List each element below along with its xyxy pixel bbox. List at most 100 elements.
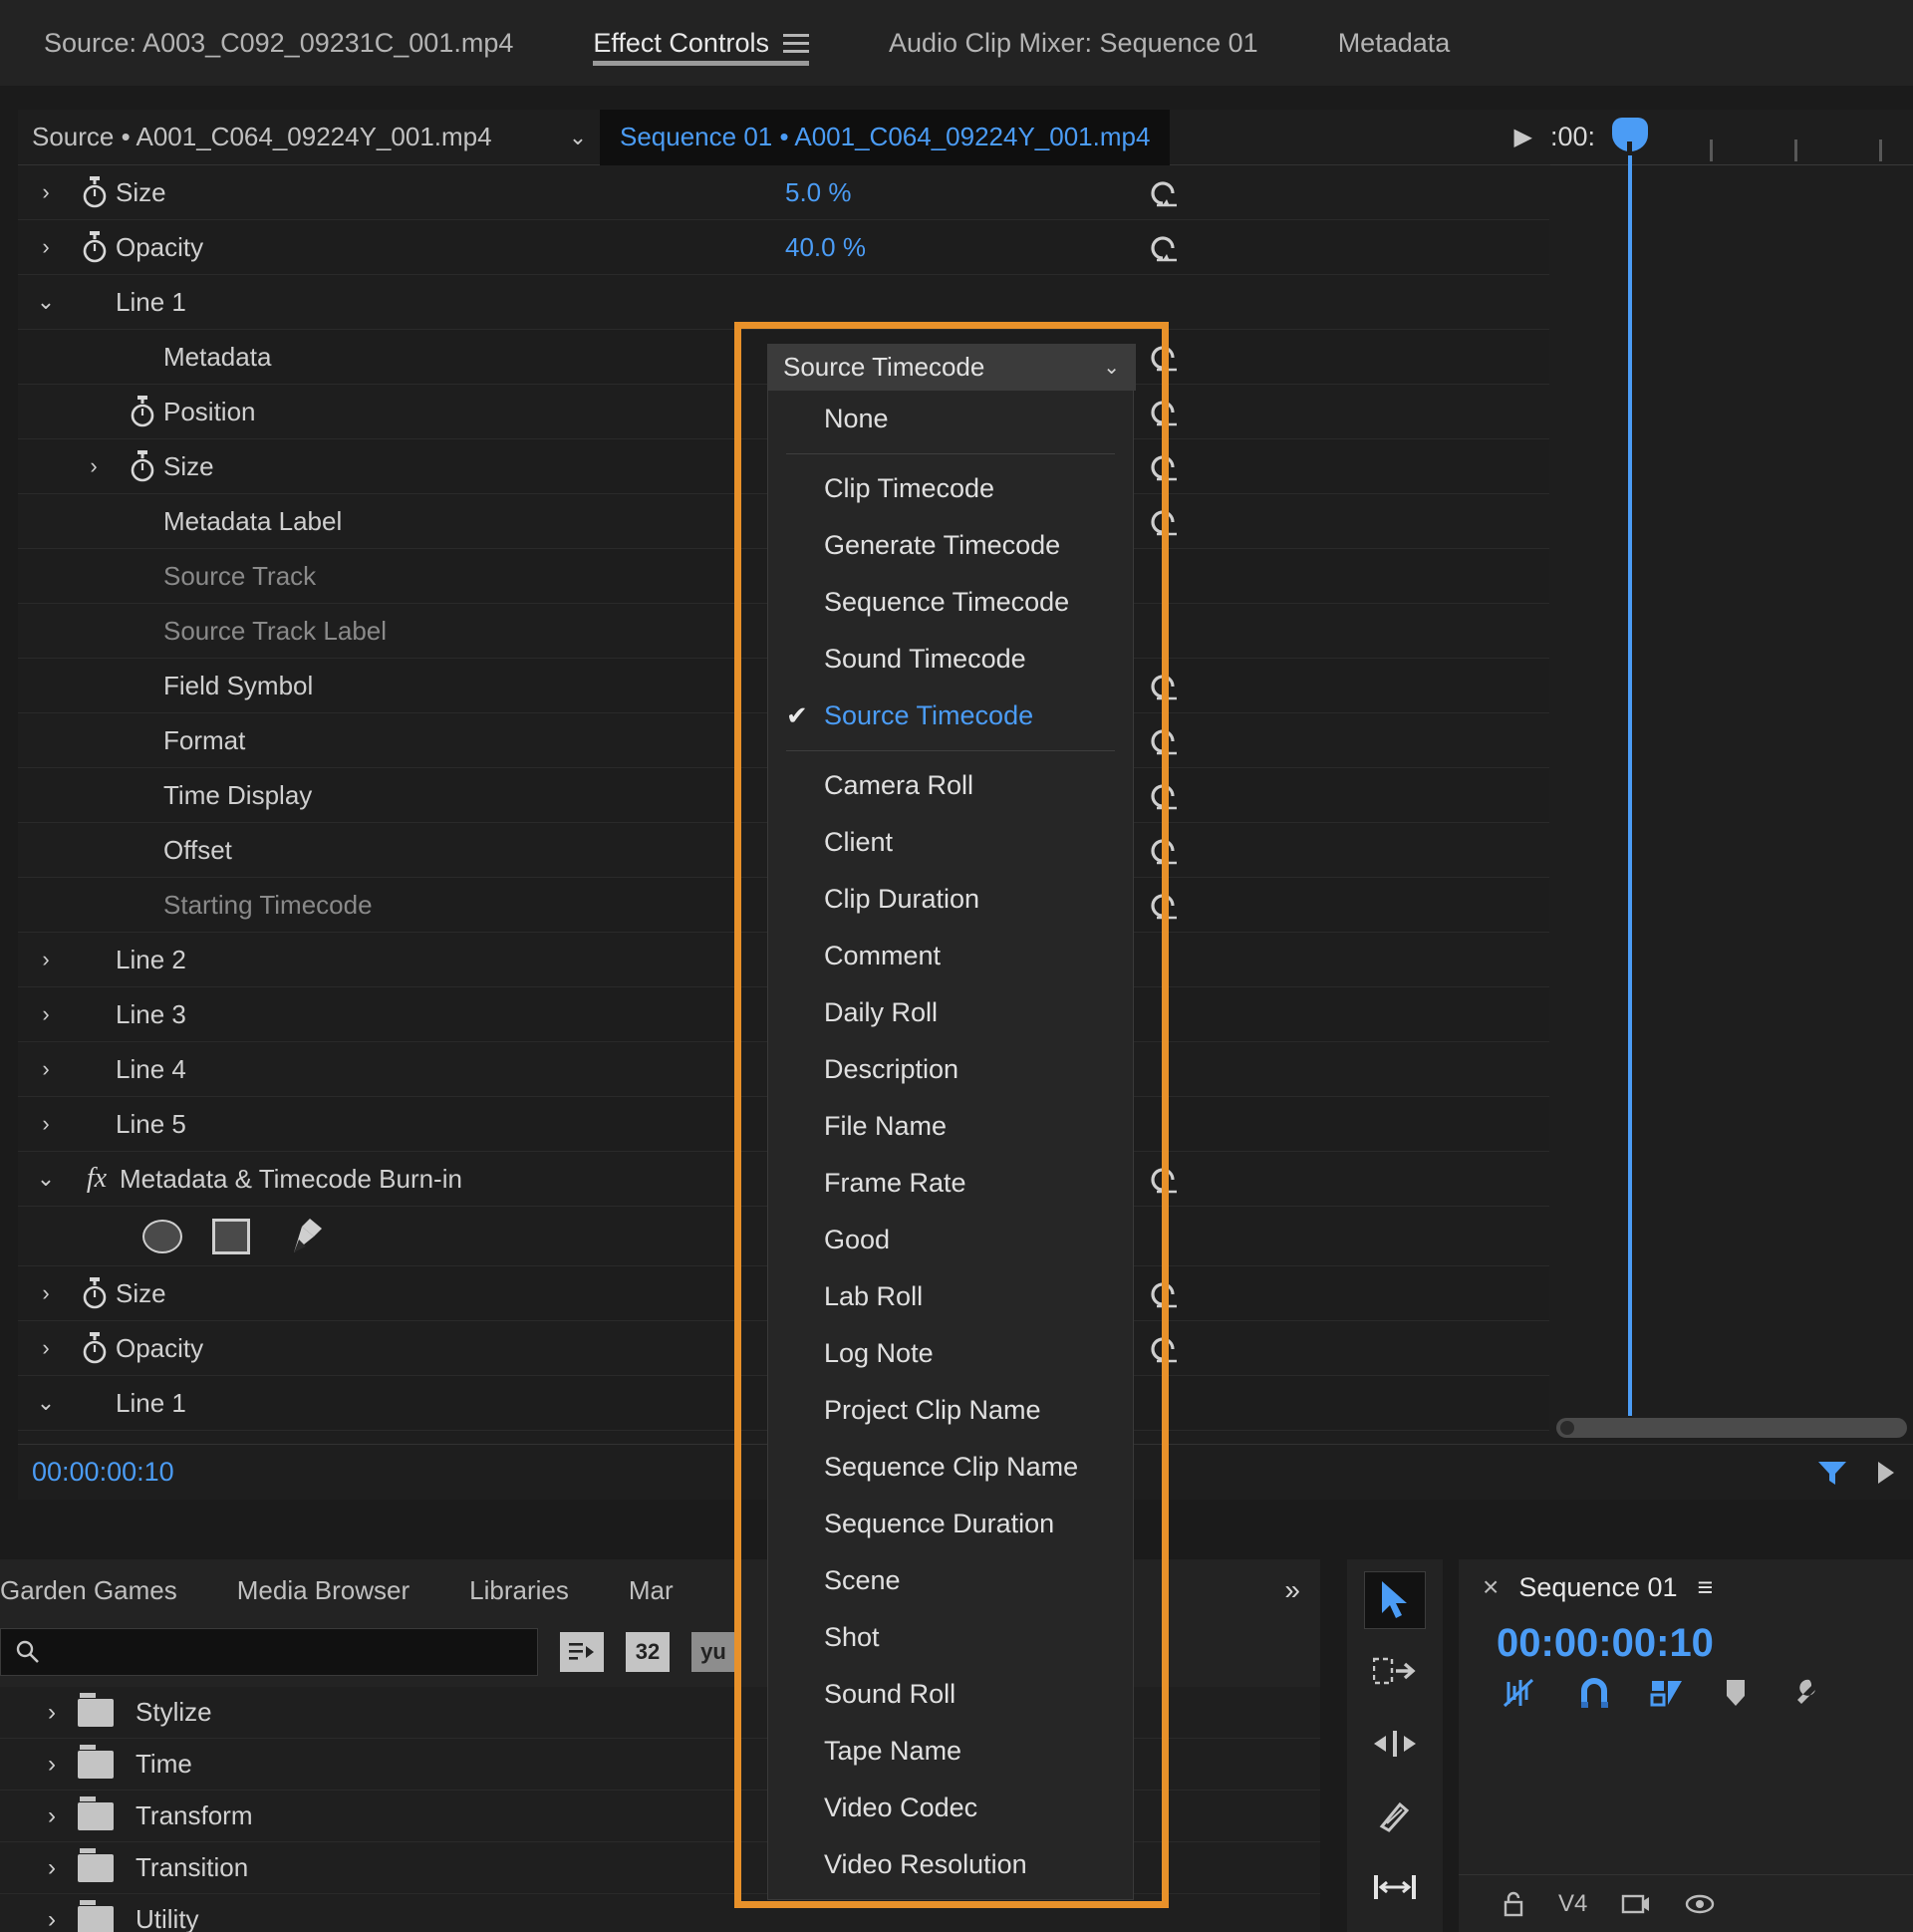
lock-icon[interactable] xyxy=(1503,1891,1524,1917)
menu-item[interactable]: Clip Timecode xyxy=(768,460,1133,517)
reset-parameter-icon[interactable] xyxy=(1147,342,1181,372)
stopwatch-icon[interactable] xyxy=(74,230,116,264)
menu-item[interactable]: Tape Name xyxy=(768,1723,1133,1780)
chevron-right-icon[interactable]: › xyxy=(48,1699,56,1727)
nest-sequence-icon[interactable] xyxy=(1503,1676,1538,1710)
project-tab[interactable]: Mar xyxy=(599,1575,703,1606)
stopwatch-icon[interactable] xyxy=(122,449,163,483)
tab-source-monitor[interactable]: Source: A003_C092_09231C_001.mp4 xyxy=(30,0,527,86)
play-icon[interactable]: ▶ xyxy=(1514,123,1550,151)
menu-item[interactable]: Video Codec xyxy=(768,1780,1133,1836)
wrench-icon[interactable] xyxy=(1787,1677,1819,1709)
reset-parameter-icon[interactable] xyxy=(1147,890,1181,920)
menu-item[interactable]: Lab Roll xyxy=(768,1268,1133,1325)
menu-item[interactable]: Daily Roll xyxy=(768,984,1133,1041)
menu-item[interactable]: Shot xyxy=(768,1609,1133,1666)
reset-parameter-icon[interactable] xyxy=(1147,451,1181,481)
stopwatch-icon[interactable] xyxy=(122,395,163,428)
ripple-edit-tool[interactable] xyxy=(1364,1715,1426,1773)
slip-tool[interactable] xyxy=(1364,1858,1426,1916)
menu-item[interactable]: File Name xyxy=(768,1098,1133,1155)
chevron-right-icon[interactable]: › xyxy=(48,1802,56,1830)
stopwatch-icon[interactable] xyxy=(74,1331,116,1365)
menu-item[interactable]: Sequence Clip Name xyxy=(768,1439,1133,1496)
timeline-horizontal-scrollbar[interactable] xyxy=(1556,1418,1907,1438)
chevron-right-icon[interactable]: › xyxy=(18,1280,74,1306)
project-tab[interactable]: Libraries xyxy=(439,1575,599,1606)
property-row[interactable]: ⌄ Line 1 xyxy=(18,275,1549,330)
chevron-down-icon[interactable]: ⌄ xyxy=(556,125,600,150)
close-icon[interactable]: × xyxy=(1483,1571,1499,1603)
play-icon[interactable] xyxy=(1875,1460,1897,1486)
chevron-right-icon[interactable]: › xyxy=(18,947,74,972)
chevron-down-icon[interactable]: ⌄ xyxy=(18,289,74,315)
chevron-right-icon[interactable]: › xyxy=(18,1111,74,1137)
sequence-playhead-timecode[interactable]: 00:00:00:10 xyxy=(1459,1615,1913,1666)
menu-item[interactable]: Sound Roll xyxy=(768,1666,1133,1723)
reset-parameter-icon[interactable] xyxy=(1147,1333,1181,1363)
chevron-right-icon[interactable]: › xyxy=(48,1751,56,1779)
menu-item[interactable]: Sequence Timecode xyxy=(768,574,1133,631)
rectangle-mask-icon[interactable] xyxy=(212,1218,250,1254)
project-tab[interactable]: Garden Games xyxy=(0,1575,207,1606)
search-input[interactable] xyxy=(0,1628,538,1676)
menu-item[interactable]: Camera Roll xyxy=(768,757,1133,814)
breadcrumb-sequence[interactable]: Sequence 01 • A001_C064_09224Y_001.mp4 xyxy=(600,109,1171,165)
property-row[interactable]: › Opacity 40.0 % xyxy=(18,220,1549,275)
chevron-right-icon[interactable]: › xyxy=(18,1335,74,1361)
icon-view-32-button[interactable]: 32 xyxy=(626,1632,670,1672)
chevron-right-icon[interactable]: › xyxy=(48,1854,56,1882)
list-view-icon[interactable] xyxy=(560,1632,604,1672)
chevron-right-icon[interactable]: › xyxy=(18,234,74,260)
tab-audio-clip-mixer[interactable]: Audio Clip Mixer: Sequence 01 xyxy=(875,0,1272,86)
marker-icon[interactable] xyxy=(1724,1678,1748,1708)
linked-selection-icon[interactable] xyxy=(1650,1677,1684,1709)
menu-item[interactable]: Video Resolution xyxy=(768,1836,1133,1893)
reset-parameter-icon[interactable] xyxy=(1147,835,1181,865)
chevron-right-icon[interactable]: › xyxy=(66,453,122,479)
tab-metadata[interactable]: Metadata xyxy=(1324,0,1465,86)
selection-tool[interactable] xyxy=(1364,1571,1426,1629)
razor-tool[interactable] xyxy=(1364,1787,1426,1844)
reset-parameter-icon[interactable] xyxy=(1147,177,1181,207)
current-timecode[interactable]: 00:00:00:10 xyxy=(18,1457,174,1488)
freeform-view-icon[interactable]: yu xyxy=(691,1632,735,1672)
menu-item[interactable]: Log Note xyxy=(768,1325,1133,1382)
timeline-ruler[interactable]: :00: xyxy=(1550,110,1913,165)
metadata-source-combobox[interactable]: Source Timecode ⌄ xyxy=(767,344,1136,391)
property-value[interactable]: 5.0 % xyxy=(785,177,852,208)
property-row[interactable]: › Size 5.0 % xyxy=(18,165,1549,220)
playhead-handle[interactable] xyxy=(1612,118,1648,153)
chevron-right-icon[interactable]: › xyxy=(18,1001,74,1027)
reset-parameter-icon[interactable] xyxy=(1147,1164,1181,1194)
tab-overflow-icon[interactable]: » xyxy=(1284,1574,1320,1606)
property-value[interactable]: 40.0 % xyxy=(785,232,866,263)
track-select-forward-tool[interactable] xyxy=(1364,1643,1426,1701)
reset-parameter-icon[interactable] xyxy=(1147,1278,1181,1308)
menu-item[interactable]: Good xyxy=(768,1212,1133,1268)
reset-parameter-icon[interactable] xyxy=(1147,232,1181,262)
sequence-tab-label[interactable]: Sequence 01 xyxy=(1518,1572,1677,1603)
menu-item[interactable]: Frame Rate xyxy=(768,1155,1133,1212)
menu-item[interactable]: Client xyxy=(768,814,1133,871)
menu-item[interactable]: None xyxy=(768,391,1133,447)
reset-parameter-icon[interactable] xyxy=(1147,671,1181,700)
menu-item[interactable]: Project Clip Name xyxy=(768,1382,1133,1439)
stopwatch-icon[interactable] xyxy=(74,175,116,209)
chevron-right-icon[interactable]: › xyxy=(18,1056,74,1082)
menu-item[interactable]: Description xyxy=(768,1041,1133,1098)
stopwatch-icon[interactable] xyxy=(74,1276,116,1310)
reset-parameter-icon[interactable] xyxy=(1147,725,1181,755)
menu-item[interactable]: Clip Duration xyxy=(768,871,1133,928)
menu-item[interactable]: Sequence Duration xyxy=(768,1496,1133,1552)
breadcrumb-source[interactable]: Source • A001_C064_09224Y_001.mp4 xyxy=(18,122,556,152)
reset-parameter-icon[interactable] xyxy=(1147,397,1181,426)
chevron-right-icon[interactable]: › xyxy=(48,1906,56,1932)
menu-item[interactable]: Generate Timecode xyxy=(768,517,1133,574)
chevron-down-icon[interactable]: ⌄ xyxy=(18,1390,74,1416)
menu-item[interactable]: Sound Timecode xyxy=(768,631,1133,688)
ellipse-mask-icon[interactable] xyxy=(142,1219,182,1253)
tab-effect-controls[interactable]: Effect Controls xyxy=(579,0,823,86)
menu-item[interactable]: ✔ Source Timecode xyxy=(768,688,1133,744)
filter-funnel-icon[interactable] xyxy=(1815,1458,1849,1488)
